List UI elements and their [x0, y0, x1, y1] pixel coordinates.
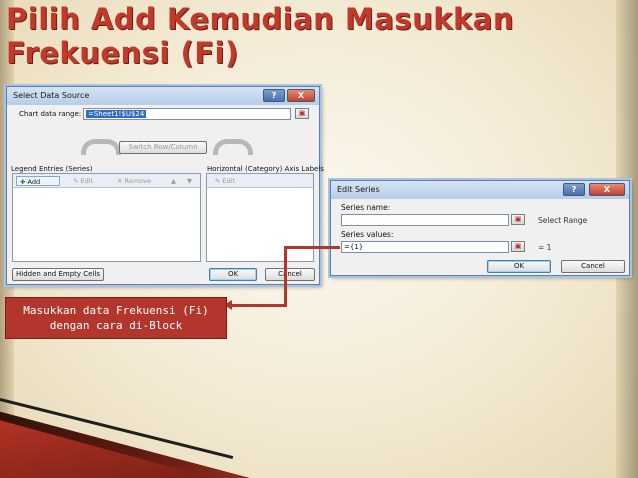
legend-entries-toolbar: ✚ Add ✎ Edit ✕ Remove ▲ ▼: [13, 174, 200, 188]
edit-series-ok-label: OK: [513, 262, 525, 270]
curved-arrow-left-icon: [81, 139, 121, 155]
series-values-result: = 1: [538, 243, 552, 252]
series-values-range-picker-icon[interactable]: ▣: [511, 241, 525, 252]
hidden-empty-cells-label: Hidden and Empty Cells: [16, 270, 100, 278]
dialog-title: Select Data Source: [13, 91, 90, 100]
series-values-input[interactable]: ={1}: [341, 241, 509, 253]
callout-connector-vertical: [284, 246, 287, 307]
cancel-label: Cancel: [278, 270, 302, 278]
edit-series-cancel-button[interactable]: Cancel: [561, 260, 625, 273]
ok-label: OK: [227, 270, 239, 278]
edit-series-title: Edit Series: [337, 185, 380, 194]
slide-title: Pilih Add Kemudian Masukkan Frekuensi (F…: [6, 2, 515, 70]
edit-series-button[interactable]: ✎ Edit: [73, 176, 93, 186]
edit-series-dialog: Edit Series ? X Series name: ▣ Select Ra…: [330, 180, 630, 276]
series-name-range-picker-icon[interactable]: ▣: [511, 214, 525, 225]
close-button[interactable]: X: [287, 89, 315, 102]
edit-series-cancel-label: Cancel: [581, 262, 605, 270]
series-name-input[interactable]: [341, 214, 509, 226]
switch-row-column-label: Switch Row/Column: [128, 143, 198, 151]
remove-series-button[interactable]: ✕ Remove: [117, 176, 151, 186]
callout-connector-horizontal: [230, 304, 286, 307]
edit-label: Edit: [80, 177, 94, 185]
help-button[interactable]: ?: [263, 89, 285, 102]
callout-connector-top: [284, 246, 340, 249]
axis-labels-label: Horizontal (Category) Axis Labels: [207, 165, 324, 173]
switch-row-column-button[interactable]: Switch Row/Column: [119, 141, 207, 154]
series-values-label: Series values:: [341, 230, 394, 239]
axis-edit-label: Edit: [222, 177, 236, 185]
legend-entries-label: Legend Entries (Series): [11, 165, 93, 173]
move-down-button[interactable]: ▼: [187, 176, 192, 186]
legend-entries-list[interactable]: ✚ Add ✎ Edit ✕ Remove ▲ ▼: [12, 173, 201, 262]
cancel-button[interactable]: Cancel: [265, 268, 315, 281]
select-data-source-dialog: Select Data Source ? X Chart data range:…: [6, 86, 324, 285]
instruction-callout: Masukkan data Frekuensi (Fi) dengan cara…: [5, 297, 227, 339]
add-label: Add: [27, 178, 41, 186]
move-up-button[interactable]: ▲: [171, 176, 176, 186]
remove-icon: ✕: [117, 177, 123, 185]
hidden-empty-cells-button[interactable]: Hidden and Empty Cells: [12, 268, 104, 281]
add-series-button[interactable]: ✚ Add: [16, 176, 60, 186]
edit-series-ok-button[interactable]: OK: [487, 260, 551, 273]
dialog-title-bar: Select Data Source ? X: [7, 87, 319, 105]
edit-series-help-button[interactable]: ?: [563, 183, 585, 196]
range-picker-icon[interactable]: ▣: [295, 108, 309, 119]
ok-button[interactable]: OK: [209, 268, 257, 281]
select-range-label: Select Range: [538, 216, 588, 225]
axis-edit-button[interactable]: ✎ Edit: [215, 176, 235, 186]
chart-data-range-input[interactable]: =Sheet1!$U$24: [83, 108, 291, 120]
edit-series-title-bar: Edit Series ? X: [331, 181, 629, 199]
chart-data-range-label: Chart data range:: [19, 110, 82, 118]
chart-data-range-value: =Sheet1!$U$24: [86, 110, 147, 118]
series-name-label: Series name:: [341, 203, 391, 212]
add-icon: ✚: [20, 178, 26, 186]
axis-edit-icon: ✎: [215, 177, 221, 185]
edit-icon: ✎: [73, 177, 79, 185]
edit-series-close-button[interactable]: X: [589, 183, 625, 196]
axis-labels-toolbar: ✎ Edit: [207, 174, 313, 188]
curved-arrow-right-icon: [213, 139, 253, 155]
remove-label: Remove: [124, 177, 151, 185]
